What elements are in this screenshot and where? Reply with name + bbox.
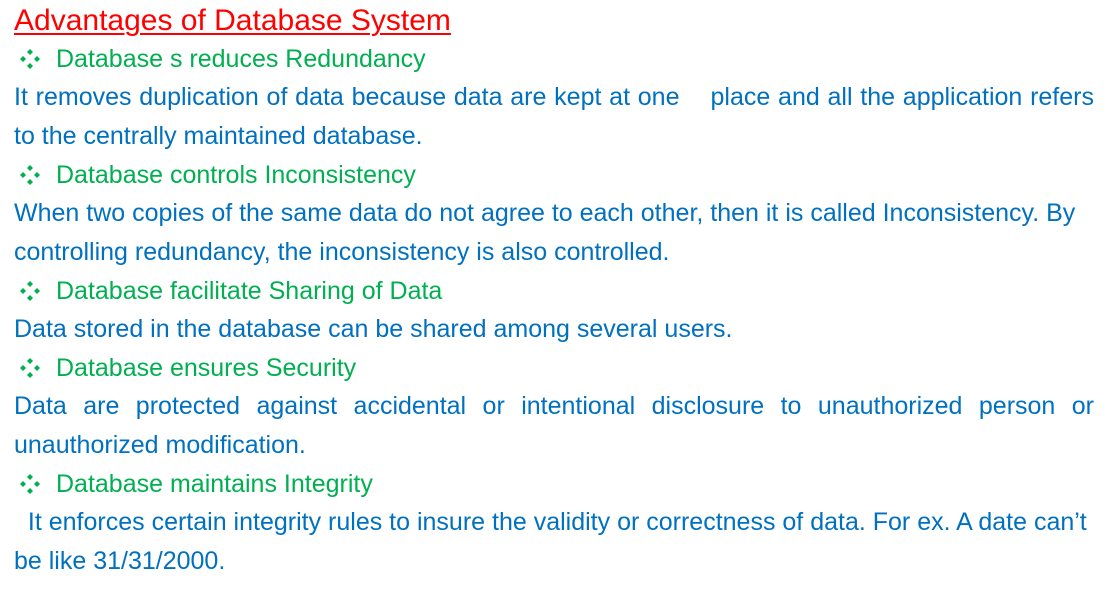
section-heading-integrity: Database maintains Integrity <box>14 465 1094 503</box>
section-heading-security: Database ensures Security <box>14 349 1094 387</box>
slide: Advantages of Database System Database s… <box>0 0 1108 600</box>
section-heading-label: Database controls Inconsistency <box>56 161 416 189</box>
four-diamond-bullet-icon <box>20 165 40 185</box>
section-body-inconsistency: When two copies of the same data do not … <box>14 199 1076 266</box>
section-heading-label: Database ensures Security <box>56 354 357 382</box>
four-diamond-bullet-icon <box>20 49 40 69</box>
slide-title: Advantages of Database System <box>14 4 451 37</box>
section-body-redundancy: It removes duplication of data because d… <box>14 83 1101 150</box>
four-diamond-bullet-icon <box>20 281 40 301</box>
section-heading-redundancy: Database s reduces Redundancy <box>14 40 1094 78</box>
section-body-security: Data are protected against accidental or… <box>14 392 1094 459</box>
section-body-sharing: Data stored in the database can be share… <box>14 315 733 343</box>
four-diamond-bullet-icon <box>20 358 40 378</box>
section-heading-label: Database maintains Integrity <box>56 470 373 498</box>
section-heading-inconsistency: Database controls Inconsistency <box>14 156 1094 194</box>
section-heading-label: Database s reduces Redundancy <box>56 45 426 73</box>
section-heading-label: Database facilitate Sharing of Data <box>56 277 443 305</box>
section-heading-sharing: Database facilitate Sharing of Data <box>14 272 1094 310</box>
four-diamond-bullet-icon <box>20 474 40 494</box>
section-body-integrity: It enforces certain integrity rules to i… <box>14 508 1094 575</box>
